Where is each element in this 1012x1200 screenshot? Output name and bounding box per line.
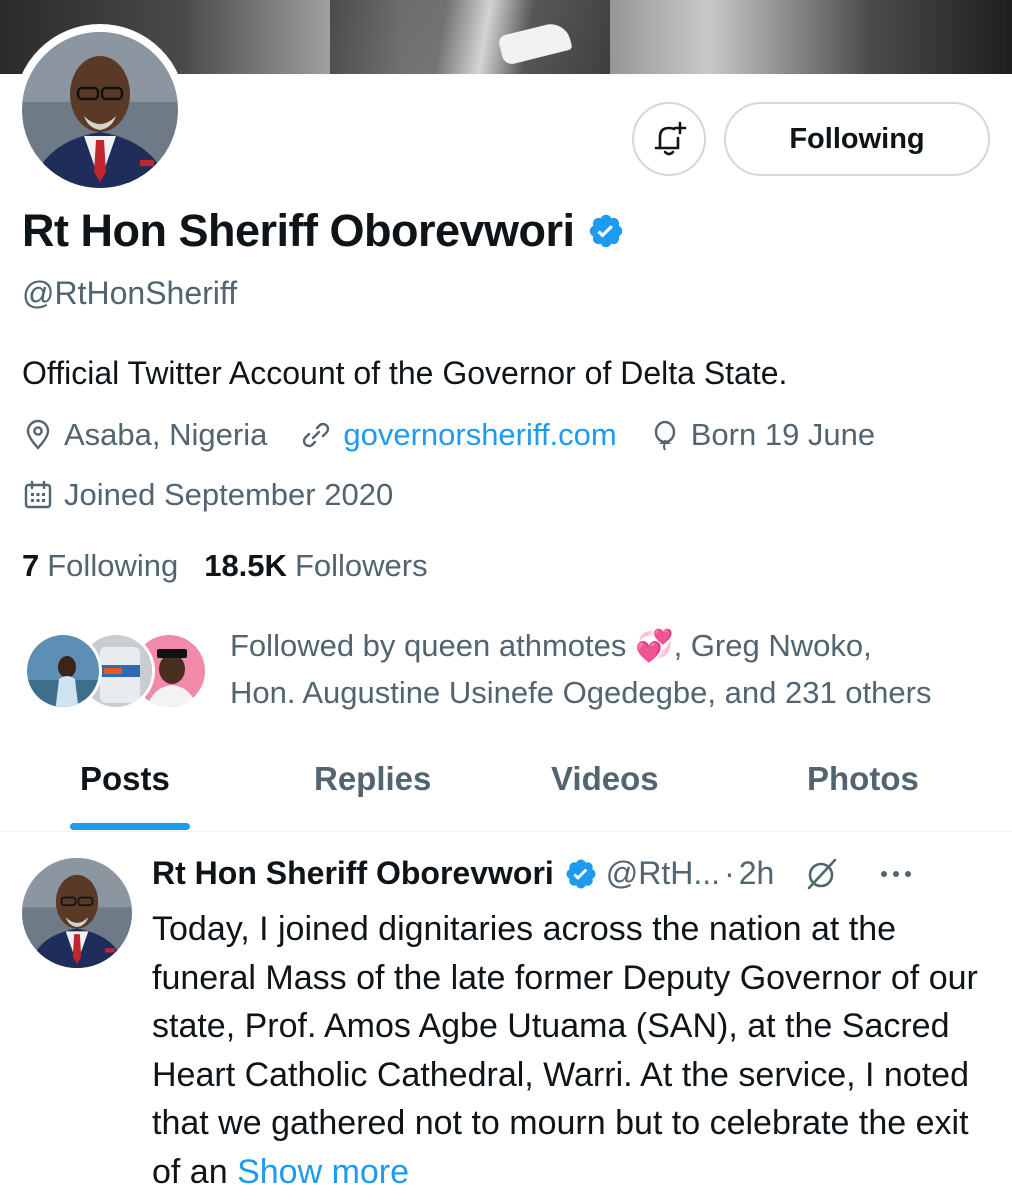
followed-by-prefix: Followed by queen athmotes xyxy=(230,628,635,663)
notifications-button[interactable] xyxy=(632,102,706,176)
post-body-text: Today, I joined dignitaries across the n… xyxy=(152,910,978,1191)
post-header: Rt Hon Sheriff Oborevwori @RtH... · 2h xyxy=(152,855,1002,892)
followed-by-avatars[interactable] xyxy=(24,632,208,710)
grok-icon[interactable] xyxy=(804,856,840,892)
tab-replies[interactable]: Replies xyxy=(314,760,431,798)
balloon-icon xyxy=(654,420,675,451)
profile-avatar[interactable] xyxy=(22,32,178,188)
birthday-text: Born 19 June xyxy=(690,417,876,452)
followed-by-others: Hon. Augustine Usinefe Ogedegbe, and 231… xyxy=(230,675,932,710)
followed-by-names: , Greg Nwoko, xyxy=(673,628,872,663)
link-icon xyxy=(303,422,330,448)
profile-birthday: Born 19 June xyxy=(649,417,875,453)
active-tab-indicator xyxy=(70,823,190,830)
tab-posts[interactable]: Posts xyxy=(80,760,170,798)
bell-plus-icon xyxy=(654,121,687,156)
post-text: Today, I joined dignitaries across the n… xyxy=(152,905,1002,1196)
profile-display-name: Rt Hon Sheriff Oborevwori xyxy=(22,205,575,256)
post-author-avatar[interactable] xyxy=(22,858,132,968)
more-options-icon[interactable] xyxy=(878,868,914,880)
profile-avatar-frame xyxy=(14,24,186,196)
following-button[interactable]: Following xyxy=(724,102,990,176)
profile-bio: Official Twitter Account of the Governor… xyxy=(22,355,788,391)
post-separator: · xyxy=(724,855,735,891)
profile-meta-row: Asaba, Nigeria governorsheriff.com Born … xyxy=(22,417,907,453)
location-text: Asaba, Nigeria xyxy=(64,417,268,452)
verified-badge-icon[interactable] xyxy=(587,212,625,250)
location-pin-icon xyxy=(26,419,50,450)
post-timestamp[interactable]: 2h xyxy=(739,855,775,892)
followers-label: Followers xyxy=(294,548,428,583)
followed-by-text[interactable]: Followed by queen athmotes 💞, Greg Nwoko… xyxy=(230,622,1000,716)
profile-tabs: Posts Replies Videos Photos xyxy=(0,740,1012,832)
following-count: 7 xyxy=(22,548,40,583)
profile-website[interactable]: governorsheriff.com xyxy=(299,417,617,453)
profile-name-row: Rt Hon Sheriff Oborevwori xyxy=(22,205,625,257)
website-link[interactable]: governorsheriff.com xyxy=(343,417,616,453)
profile-joined: Joined September 2020 xyxy=(22,477,393,513)
hearts-emoji: 💞 xyxy=(634,628,674,663)
tab-photos[interactable]: Photos xyxy=(807,760,919,798)
joined-text: Joined September 2020 xyxy=(64,477,394,512)
post-author-name[interactable]: Rt Hon Sheriff Oborevwori xyxy=(152,855,554,892)
profile-location: Asaba, Nigeria xyxy=(22,417,267,453)
calendar-icon xyxy=(24,480,52,509)
profile-joined-row: Joined September 2020 xyxy=(22,477,425,513)
post-author-handle[interactable]: @RtH... xyxy=(606,855,720,892)
show-more-link[interactable]: Show more xyxy=(237,1153,409,1191)
following-count-link[interactable]: 7 Following xyxy=(22,548,178,584)
followers-count: 18.5K xyxy=(204,548,287,583)
tab-videos[interactable]: Videos xyxy=(551,760,659,798)
follower-avatar xyxy=(24,632,102,710)
verified-badge-icon[interactable] xyxy=(564,857,598,891)
followers-count-link[interactable]: 18.5K Followers xyxy=(204,548,427,584)
profile-handle: @RtHonSheriff xyxy=(22,275,238,311)
following-label: Following xyxy=(47,548,179,583)
profile-stats: 7 Following 18.5K Followers xyxy=(22,548,454,584)
